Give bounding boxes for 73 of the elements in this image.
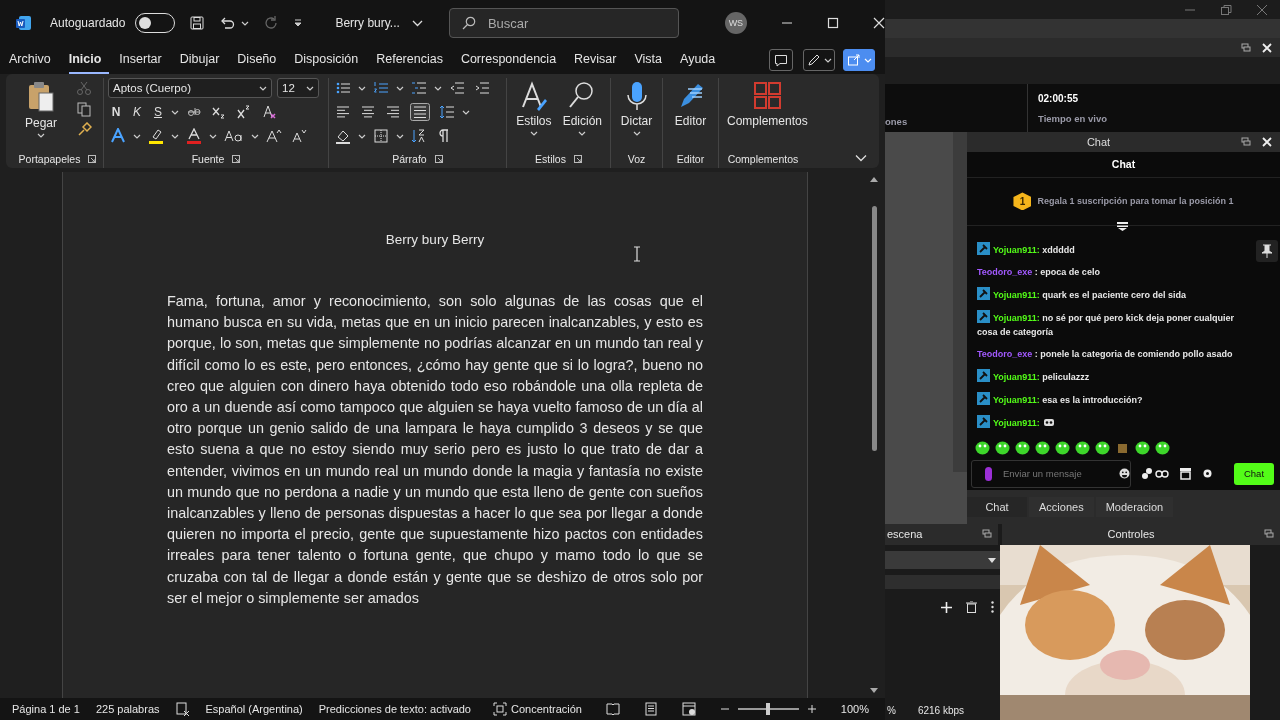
text-predictions-status[interactable]: Predicciones de texto: activado	[318, 703, 471, 715]
ribbon-tab[interactable]: Ayuda	[680, 46, 724, 74]
dock-title: escena	[887, 528, 924, 541]
username[interactable]: Teodoro_exe	[977, 348, 1033, 359]
rank-badge: 1	[1013, 192, 1032, 211]
send-chat-button[interactable]: Chat	[1234, 462, 1274, 485]
stat-label: Tiempo en vivo	[1038, 112, 1107, 124]
page-count[interactable]: Página 1 de 1	[12, 703, 80, 715]
live-time: 02:00:55	[1038, 92, 1080, 104]
ribbon-tab[interactable]: Referencias	[376, 46, 451, 74]
bold-button[interactable]: N	[108, 105, 124, 119]
focus-button[interactable]: Concentración	[493, 702, 582, 716]
dock-title: Controles	[1106, 528, 1156, 541]
group-label: Voz	[627, 153, 646, 165]
user-avatar[interactable]: WS	[724, 12, 747, 34]
username[interactable]: Yojuan911:	[993, 289, 1040, 300]
username[interactable]: Teodoro_exe	[977, 266, 1033, 277]
chat-header: Chat	[967, 151, 1280, 178]
ribbon-tab[interactable]: Diseño	[237, 46, 285, 74]
dictate-button[interactable]: Dictar	[615, 78, 658, 150]
ribbon-tab[interactable]: Insertar	[119, 46, 170, 74]
username[interactable]: Yojuan911:	[993, 417, 1040, 428]
chat-message: Yojuan911: peliculazzz	[977, 364, 1250, 388]
search-input[interactable]: Buscar	[485, 10, 666, 36]
ribbon-tab[interactable]: Archivo	[9, 46, 59, 74]
username[interactable]: Yojuan911:	[993, 371, 1040, 382]
search-field[interactable]: Buscar	[448, 8, 679, 38]
document-title: Berry bury Berry	[384, 231, 486, 249]
stat-label: ones	[885, 115, 908, 127]
group-label: Portapapeles	[18, 153, 81, 165]
panel-tab[interactable]: Chat	[967, 496, 1027, 517]
chat-message: Teodoro_exe : ponele la categoria de comiendo pollo asado	[977, 347, 1234, 361]
chat-message: Yojuan911: quark es el paciente cero del sida	[977, 282, 1250, 306]
styles-button[interactable]: Estilos	[511, 78, 557, 150]
font-size-field[interactable]: 12	[277, 78, 319, 98]
chat-message: Yojuan911: xddddd	[977, 237, 1250, 261]
bitrate: 6216 kbps	[917, 705, 965, 716]
stream-stat: %	[887, 705, 896, 716]
username[interactable]: Yojuan911:	[993, 394, 1040, 405]
gift-banner-text: Regala 1 suscripción para tomar la posición 1	[1037, 196, 1234, 207]
group-label: Párrafo	[392, 153, 427, 165]
italic-button[interactable]: K	[129, 105, 145, 119]
ribbon-tab[interactable]: Dibujar	[179, 46, 228, 74]
zoom-percent[interactable]: 100%	[840, 703, 869, 715]
chat-message: Yojuan911: no sé por qué pero kick deja poner cualquier cosa de categoría	[977, 305, 1250, 343]
editing-button[interactable]: Edición	[558, 78, 606, 150]
panel-tab[interactable]: Acciones	[1029, 496, 1094, 517]
font-name-field[interactable]: Aptos (Cuerpo)	[108, 78, 272, 98]
group-label: Estilos	[535, 153, 566, 165]
add-ins-button[interactable]: Complementos	[723, 78, 812, 150]
group-label: Fuente	[191, 153, 225, 165]
underline-button[interactable]: S	[150, 105, 166, 119]
group-label: Complementos	[727, 153, 799, 165]
paste-button[interactable]: Pegar	[16, 78, 66, 150]
message-input[interactable]: Enviar un mensaje	[1001, 461, 1111, 486]
username[interactable]: Yojuan911:	[993, 312, 1040, 323]
ribbon-tab[interactable]: Vista	[634, 46, 671, 74]
language-status[interactable]: Español (Argentina)	[205, 703, 303, 715]
ribbon-tab[interactable]: Revisar	[574, 46, 625, 74]
ribbon-tab[interactable]: Disposición	[294, 46, 367, 74]
document-paragraph: Fama, fortuna, amor y reconocimiento, son solo algunas de las cosas que el humano busca en su vida, metas que en un inicio parecen inalcanzables, y esto es porque, lo son, metas que simplemente no podrías alcanzar en un mundo tan real y difícil como lo es este, pero entonces, ¿cómo hay gente que si lo logra?, bueno no creo que alguien con dinero haya obtenido todo eso robándole una olla repleta de oro a un duende así como tampoco que alguien se haya vuelto famoso de un día al otro porque un genio salido de una lampara le haya cumplido 3 deseos y se que esto suena a que no estoy siendo muy serio pero es justo lo que trato de dar a entender, vivimos en un mundo real un mundo donde la magia y fantasía no existe un mundo que no perdona a nadie y un mundo que esta lleno de gente con sueños inalcanzables y lleno de personas dispuestas a hacer lo que sea por llegar a donde quieren no importa el precio, gente que supuestamente hizo pactos con entidades irreales para tener talento o fortuna gente, que chupo y mamo todo lo que se cruzaba con tal de llegar a donde están y gente que se deshizo de otros solo por ser el mejor o simplemente ser amados	[167, 292, 703, 608]
message-field[interactable]: Enviar un mensaje	[971, 459, 1131, 488]
ribbon-tab[interactable]: Correspondencia	[460, 46, 565, 74]
chat-message: Teodoro_exe : epoca de celo	[977, 265, 1101, 279]
editor-button[interactable]: Editor	[667, 78, 714, 150]
group-label: Editor	[676, 153, 705, 165]
username[interactable]: Yojuan911:	[993, 244, 1040, 255]
panel-tab[interactable]: Moderacion	[1095, 496, 1174, 517]
chat-message: Yojuan911: esa es la introducción?	[977, 387, 1250, 411]
autosave-label: Autoguardado	[50, 16, 126, 30]
dock-title: Chat	[1085, 135, 1112, 148]
word-count[interactable]: 225 palabras	[95, 703, 160, 715]
document-title-button[interactable]: Berry bury...	[331, 12, 427, 34]
